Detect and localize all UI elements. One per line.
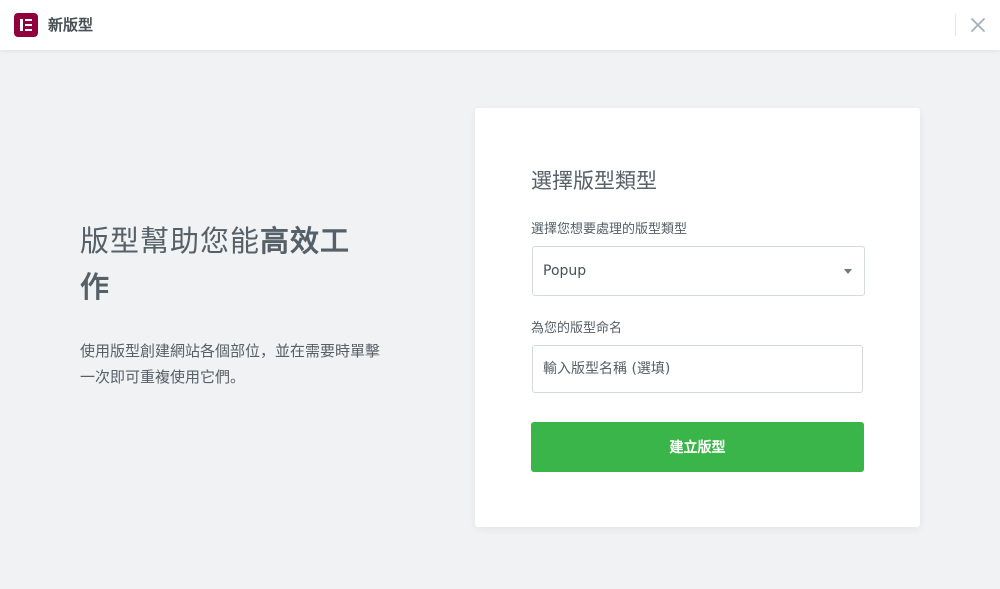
create-template-button[interactable]: 建立版型 bbox=[531, 422, 864, 472]
template-type-label: 選擇您想要處理的版型類型 bbox=[531, 222, 688, 237]
header-divider bbox=[955, 14, 956, 36]
template-name-label: 為您的版型命名 bbox=[531, 321, 623, 336]
elementor-logo-icon bbox=[14, 13, 38, 37]
template-type-select[interactable]: Popup bbox=[532, 246, 865, 296]
form-title: 選擇版型類型 bbox=[531, 169, 657, 193]
intro-heading-light: 版型幫助您能 bbox=[80, 224, 261, 258]
template-type-value: Popup bbox=[543, 263, 587, 279]
intro-heading: 版型幫助您能高效工作 bbox=[80, 218, 380, 310]
intro-description: 使用版型創建網站各個部位，並在需要時單擊一次即可重複使用它們。 bbox=[80, 342, 381, 386]
template-name-input[interactable] bbox=[532, 345, 863, 393]
modal-header: 新版型 bbox=[0, 0, 1000, 50]
modal-title: 新版型 bbox=[48, 16, 94, 34]
close-button[interactable] bbox=[966, 13, 990, 37]
close-icon bbox=[971, 18, 985, 32]
new-template-form: 選擇版型類型 選擇您想要處理的版型類型 Popup 為您的版型命名 建立版型 bbox=[475, 108, 920, 527]
caret-down-icon bbox=[844, 269, 852, 274]
